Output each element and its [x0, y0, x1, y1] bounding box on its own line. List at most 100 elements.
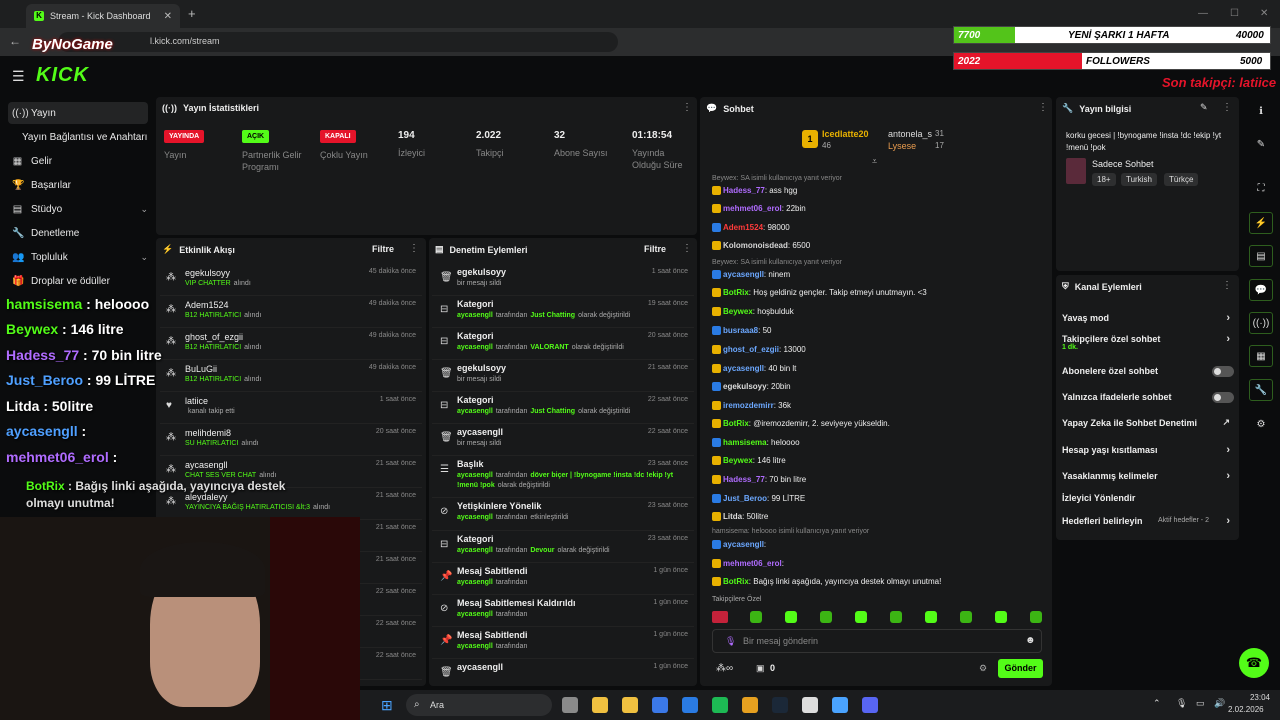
- sidebar-item-gelir[interactable]: ▦ Gelir: [8, 150, 148, 172]
- broadcast-icon[interactable]: ((·)): [1249, 312, 1273, 334]
- moderator-name[interactable]: aycasengll: [457, 611, 493, 618]
- mic-icon[interactable]: 🎙: [725, 636, 736, 647]
- more-icon[interactable]: ⋮: [409, 243, 419, 254]
- send-button[interactable]: Gönder: [998, 659, 1043, 678]
- mic-icon[interactable]: 🎙: [1176, 698, 1187, 709]
- support-headset-icon[interactable]: ☎: [1239, 648, 1269, 678]
- emoji-icon[interactable]: ☻: [1025, 635, 1036, 646]
- windows-start-icon[interactable]: ⊞: [381, 697, 397, 713]
- chat-username[interactable]: iremozdemirr: [723, 401, 774, 410]
- chat-username[interactable]: egekulsoyy: [723, 382, 767, 391]
- toggle-switch[interactable]: [1212, 366, 1234, 377]
- app-icon[interactable]: [832, 697, 848, 713]
- emote-icon[interactable]: [750, 611, 762, 623]
- chat-username[interactable]: BotRix: [723, 419, 749, 428]
- channel-action-row[interactable]: Yalnızca ifadelerle sohbet: [1062, 392, 1234, 408]
- expand-icon[interactable]: ⩡: [872, 156, 877, 167]
- moderation-filter-button[interactable]: Filtre: [644, 244, 666, 254]
- discord-icon[interactable]: [862, 697, 878, 713]
- network-icon[interactable]: ▭: [1196, 698, 1205, 709]
- chat-username[interactable]: Litda: [723, 512, 742, 521]
- chat-username[interactable]: aycasengll: [723, 364, 764, 373]
- moderator-name[interactable]: aycasengll: [457, 579, 493, 586]
- chat-username[interactable]: aycasengll: [723, 270, 764, 279]
- emote-icon[interactable]: [960, 611, 972, 623]
- channel-action-row[interactable]: Hedefleri belirleyin Aktif hedefler - 2 ›: [1062, 515, 1234, 532]
- chat-username[interactable]: mehmet06_erol: [723, 559, 782, 568]
- sidebar-item-droplar[interactable]: 🎁 Droplar ve ödüller: [8, 270, 148, 292]
- chat-username[interactable]: Just_Beroo: [723, 494, 767, 503]
- activity-username[interactable]: latiice: [185, 396, 208, 406]
- gift-icon[interactable]: ▣: [756, 663, 765, 674]
- activity-username[interactable]: ghost_of_ezgii: [185, 332, 243, 342]
- activity-username[interactable]: egekulsoyy: [185, 268, 230, 278]
- moderator-name[interactable]: aycasengll: [457, 514, 493, 521]
- taskbar-search-input[interactable]: ⌕ Ara: [406, 694, 552, 716]
- emote-icon[interactable]: [1030, 611, 1042, 623]
- emote-icon[interactable]: [712, 611, 728, 623]
- moderator-name[interactable]: aycasengll: [457, 643, 493, 650]
- chat-username[interactable]: Beywex: [723, 456, 753, 465]
- channel-action-row[interactable]: Yasaklanmış kelimeler ›: [1062, 470, 1234, 487]
- emote-icon[interactable]: [820, 611, 832, 623]
- minimize-icon[interactable]: —: [1198, 8, 1208, 19]
- info-icon[interactable]: ℹ: [1249, 101, 1273, 123]
- menu-icon[interactable]: ☰: [12, 68, 25, 85]
- bolt-icon[interactable]: ⚡: [1249, 212, 1273, 234]
- emote-icon[interactable]: [890, 611, 902, 623]
- chat-bubble-icon[interactable]: 💬: [1249, 279, 1273, 301]
- task-view-icon[interactable]: [562, 697, 578, 713]
- copilot-icon[interactable]: [622, 697, 638, 713]
- url-input[interactable]: l.kick.com/stream: [58, 32, 618, 52]
- chat-username[interactable]: Hadess_77: [723, 186, 765, 195]
- browser-tab[interactable]: K Stream - Kick Dashboard ✕: [26, 4, 180, 28]
- chat-input[interactable]: 🎙 Bir mesaj gönderin ☻: [712, 629, 1042, 653]
- emote-icon[interactable]: [855, 611, 867, 623]
- channel-action-row[interactable]: Takipçilere özel sohbet 1 dk. ›: [1062, 333, 1234, 351]
- more-icon[interactable]: ⋮: [1222, 102, 1232, 113]
- volume-icon[interactable]: 🔊: [1214, 698, 1225, 709]
- maximize-icon[interactable]: ☐: [1230, 8, 1239, 19]
- chat-username[interactable]: busraaa8: [723, 326, 758, 335]
- chat-username[interactable]: mehmet06_erol: [723, 204, 782, 213]
- chat-username[interactable]: aycasengll: [723, 540, 764, 549]
- edit-pencil-icon[interactable]: ✎: [1200, 102, 1208, 113]
- channel-action-row[interactable]: Abonelere özel sohbet: [1062, 366, 1234, 382]
- chat-username[interactable]: Hadess_77: [723, 475, 765, 484]
- tab-close-icon[interactable]: ✕: [164, 11, 172, 22]
- obs-icon[interactable]: [802, 697, 818, 713]
- moderator-name[interactable]: aycasengll: [457, 408, 493, 415]
- sidebar-item-basarilar[interactable]: 🏆 Başarılar: [8, 174, 148, 196]
- edge-icon[interactable]: [652, 697, 668, 713]
- list-icon[interactable]: ▤: [1249, 245, 1273, 267]
- channel-action-row[interactable]: Yapay Zeka ile Sohbet Denetimi ↗: [1062, 417, 1234, 434]
- chat-username[interactable]: hamsisema: [723, 438, 767, 447]
- moderator-name[interactable]: aycasengll: [457, 547, 493, 554]
- tray-chevron-icon[interactable]: ⌃: [1153, 698, 1161, 709]
- more-icon[interactable]: ⋮: [1038, 102, 1048, 113]
- toggle-switch[interactable]: [1212, 392, 1234, 403]
- channel-action-row[interactable]: Yavaş mod ›: [1062, 312, 1234, 329]
- more-icon[interactable]: ⋮: [682, 243, 692, 254]
- emote-icon[interactable]: [925, 611, 937, 623]
- activity-username[interactable]: BuLuGii: [185, 364, 217, 374]
- emote-icon[interactable]: [995, 611, 1007, 623]
- activity-username[interactable]: melihdemi8: [185, 428, 231, 438]
- more-icon[interactable]: ⋮: [682, 102, 692, 113]
- more-icon[interactable]: ⋮: [1222, 280, 1232, 291]
- moderator-name[interactable]: aycasengll: [457, 312, 493, 319]
- activity-filter-button[interactable]: Filtre: [372, 244, 394, 254]
- sidebar-item-denetleme[interactable]: 🔧 Denetleme: [8, 222, 148, 244]
- file-explorer-icon[interactable]: [592, 697, 608, 713]
- mail-icon[interactable]: [682, 697, 698, 713]
- steam-icon[interactable]: [772, 697, 788, 713]
- emote-icon[interactable]: [785, 611, 797, 623]
- chat-username[interactable]: BotRix: [723, 288, 749, 297]
- activity-username[interactable]: Adem1524: [185, 300, 229, 310]
- sidebar-item-stream-key[interactable]: Yayın Bağlantısı ve Anahtarı: [8, 126, 148, 148]
- chat-username[interactable]: Beywex: [723, 307, 753, 316]
- fullscreen-icon[interactable]: ⛶: [1249, 178, 1273, 200]
- sidebar-item-yayin[interactable]: ((·)) Yayın: [8, 102, 148, 124]
- wrench-icon[interactable]: 🔧: [1249, 379, 1273, 401]
- activity-username[interactable]: aycasengll: [185, 460, 228, 470]
